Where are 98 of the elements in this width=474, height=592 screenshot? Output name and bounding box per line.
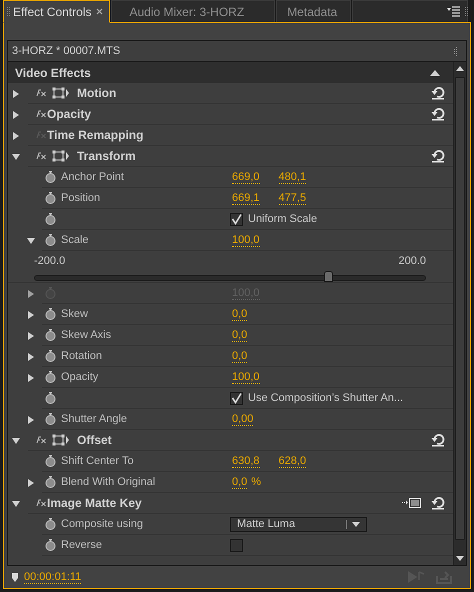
expanded-triangle-icon[interactable] (12, 152, 20, 160)
reset-icon[interactable] (431, 433, 445, 447)
stopwatch-icon[interactable] (45, 476, 56, 488)
expanded-triangle-icon[interactable] (12, 436, 20, 444)
fx-toggle-icon[interactable] (36, 131, 47, 139)
stopwatch-icon[interactable] (45, 192, 56, 204)
transform-box-icon[interactable] (52, 150, 69, 162)
timecode[interactable]: 00:00:01:11 (24, 570, 82, 584)
reset-icon[interactable] (431, 149, 445, 163)
fx-toggle-icon[interactable] (36, 152, 47, 160)
value-field[interactable]: 669,1 (232, 192, 260, 204)
property-label: Anchor Point (61, 171, 124, 183)
tab[interactable]: Metadata (276, 0, 352, 22)
value-field[interactable]: 0,0 (232, 308, 248, 320)
property-label: Scale (61, 234, 89, 246)
dropdown[interactable]: Matte Luma (230, 516, 367, 532)
expanded-triangle-icon[interactable] (12, 500, 20, 508)
value-field[interactable]: 0,0 (232, 476, 248, 488)
stopwatch-icon[interactable] (45, 234, 56, 246)
value-field[interactable]: 669,0 (232, 170, 260, 184)
scroll-down-icon[interactable] (456, 556, 464, 561)
property-label: Blend With Original (61, 476, 156, 488)
property-label: Shift Center To (61, 455, 134, 467)
slider-min-label: -200.0 (34, 255, 66, 267)
stopwatch-icon[interactable] (45, 371, 56, 383)
reset-icon[interactable] (431, 107, 445, 121)
value-field[interactable]: 477,5 (278, 192, 306, 204)
effect-name[interactable]: Motion (77, 86, 116, 100)
reset-icon[interactable] (431, 86, 445, 100)
stopwatch-icon[interactable] (45, 350, 56, 362)
checkbox[interactable] (230, 392, 243, 404)
stopwatch-icon[interactable] (45, 213, 56, 225)
scrollbar-thumb[interactable] (455, 77, 465, 540)
checkbox-label[interactable]: Uniform Scale (248, 213, 318, 225)
playhead-icon (11, 572, 19, 582)
clip-name: 3-HORZ * 00007.MTS (12, 45, 122, 57)
keyframe-list-icon[interactable] (402, 497, 421, 509)
transform-box-icon[interactable] (52, 434, 69, 446)
collapsed-triangle-icon[interactable] (12, 110, 20, 118)
slider-thumb[interactable] (324, 271, 332, 282)
effect-name[interactable]: Transform (77, 149, 136, 163)
stopwatch-icon[interactable] (45, 539, 56, 551)
value-field[interactable]: 480,1 (278, 170, 306, 184)
collapsed-triangle-icon[interactable] (27, 478, 35, 486)
fx-toggle-icon[interactable] (36, 110, 47, 118)
unit-label: % (251, 476, 262, 488)
collapsed-triangle-icon[interactable] (12, 90, 20, 98)
transform-box-icon[interactable] (52, 87, 69, 99)
stopwatch-icon[interactable] (45, 308, 56, 320)
collapsed-triangle-icon[interactable] (27, 310, 35, 318)
tab[interactable]: Audio Mixer: 3-HORZ (111, 0, 276, 22)
value-field[interactable]: 0,0 (232, 350, 248, 362)
effect-name[interactable]: Opacity (47, 107, 92, 121)
value-field[interactable]: 630,8 (232, 454, 260, 468)
stopwatch-icon[interactable] (45, 518, 56, 530)
effect-name[interactable]: Time Remapping (47, 128, 144, 142)
collapse-triangle-icon[interactable] (430, 70, 440, 76)
scroll-up-icon[interactable] (456, 66, 464, 71)
stopwatch-icon[interactable] (45, 392, 56, 404)
property-label: Rotation (61, 350, 102, 362)
collapsed-triangle-icon[interactable] (27, 352, 35, 360)
effect-name[interactable]: Offset (77, 433, 112, 447)
stopwatch-icon[interactable] (45, 455, 56, 467)
close-icon[interactable] (96, 8, 104, 15)
stopwatch-icon[interactable] (45, 329, 56, 341)
collapsed-triangle-icon[interactable] (27, 374, 35, 382)
stopwatch-icon[interactable] (45, 171, 56, 183)
checkbox[interactable] (230, 212, 243, 226)
collapsed-triangle-icon[interactable] (12, 132, 20, 140)
fx-toggle-icon[interactable] (36, 499, 47, 507)
slider-max-label: 200.0 (398, 255, 426, 267)
tab[interactable]: Effect Controls (3, 0, 110, 23)
reset-icon[interactable] (431, 496, 445, 510)
property-label: Composite using (61, 518, 143, 530)
checkbox[interactable] (230, 538, 243, 552)
caret-icon (352, 522, 360, 526)
scrollbar[interactable] (453, 62, 466, 565)
property-label: Reverse (61, 539, 102, 551)
checkbox-label[interactable]: Use Composition’s Shutter An... (248, 392, 404, 404)
value-field[interactable]: 100,0 (232, 234, 260, 246)
fx-toggle-icon[interactable] (36, 89, 47, 97)
property-label: Skew (61, 308, 88, 320)
section-title: Video Effects (15, 66, 92, 80)
value-field[interactable]: 0,0 (232, 328, 248, 342)
value-field[interactable]: 628,0 (278, 454, 306, 468)
property-label: Position (61, 192, 100, 204)
stopwatch-icon[interactable] (45, 413, 56, 425)
value-field[interactable]: 100,0 (232, 370, 260, 384)
value-field[interactable]: 0,00 (232, 412, 254, 426)
collapsed-triangle-icon[interactable] (27, 332, 35, 340)
effect-name[interactable]: Image Matte Key (47, 496, 142, 510)
fx-toggle-icon[interactable] (36, 436, 47, 444)
property-label: Shutter Angle (61, 413, 128, 425)
panel-menu-icon[interactable] (447, 6, 460, 17)
expanded-triangle-icon[interactable] (27, 236, 35, 244)
property-label: Skew Axis (61, 329, 112, 341)
property-label: Opacity (61, 371, 98, 383)
collapsed-triangle-icon[interactable] (27, 416, 35, 424)
